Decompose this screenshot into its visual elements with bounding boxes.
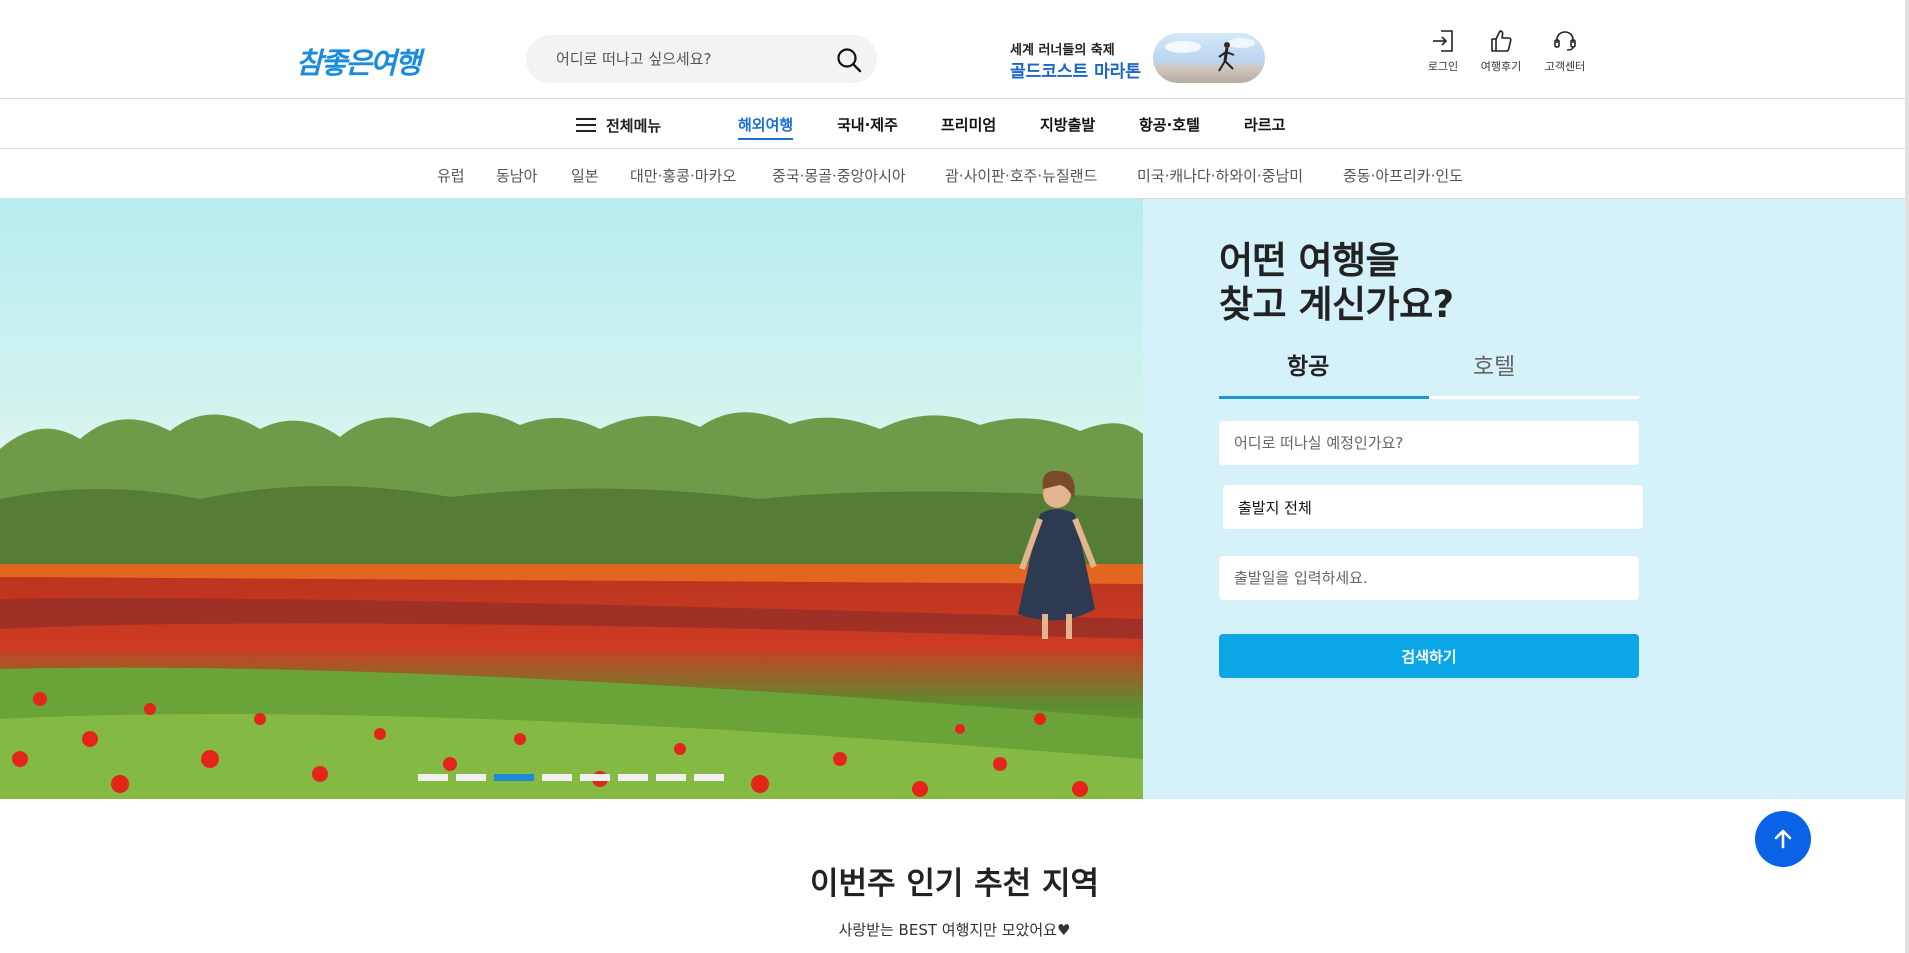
nav-air-hotel[interactable]: 항공·호텔 — [1139, 114, 1200, 135]
customer-center-label: 고객센터 — [1544, 60, 1586, 73]
site-logo[interactable]: 참좋은여행 — [296, 40, 421, 82]
promo-image — [1153, 33, 1265, 83]
customer-center-button[interactable]: 고객센터 — [1540, 28, 1590, 74]
sub-nav: 유럽 동남아 일본 대만·홍콩·마카오 중국·몽골·중앙아시아 괌·사이판·호주… — [0, 149, 1909, 199]
sub-nav-middle-east-africa[interactable]: 중동·아프리카·인도 — [1343, 165, 1463, 186]
sub-nav-japan[interactable]: 일본 — [571, 165, 599, 186]
main-nav: 전체메뉴 해외여행 국내·제주 프리미엄 지방출발 항공·호텔 라르고 — [0, 99, 1909, 149]
hero-image — [0, 412, 1143, 799]
section-subtitle: 사랑받는 BEST 여행지만 모았어요♥ — [838, 921, 1071, 939]
all-menu-label: 전체메뉴 — [606, 116, 662, 135]
slide-dot[interactable] — [656, 774, 686, 781]
slide-dot[interactable] — [694, 774, 724, 781]
promo-line2: 골드코스트 마라톤 — [1010, 62, 1142, 82]
login-label: 로그인 — [1427, 60, 1459, 73]
slide-dot[interactable] — [418, 774, 448, 781]
sub-nav-guam-oceania[interactable]: 괌·사이판·호주·뉴질랜드 — [945, 165, 1097, 186]
search-input[interactable] — [556, 47, 826, 71]
section-title: 이번주 인기 추천 지역 — [809, 866, 1100, 902]
slide-dot[interactable] — [618, 774, 648, 781]
search-box — [526, 35, 877, 83]
nav-domestic[interactable]: 국내·제주 — [837, 114, 898, 135]
nav-largo[interactable]: 라르고 — [1244, 114, 1285, 135]
booking-panel: 어떤 여행을 찾고 계신가요? 항공 호텔 출발지 전체 검색하기 — [1143, 199, 1905, 799]
sub-nav-americas[interactable]: 미국·캐나다·하와이·중남미 — [1137, 165, 1303, 186]
nav-overseas[interactable]: 해외여행 — [738, 114, 794, 140]
reviews-label: 여행후기 — [1480, 60, 1522, 73]
departure-date-input[interactable] — [1219, 556, 1639, 600]
all-menu-button[interactable]: 전체메뉴 — [576, 113, 661, 137]
slide-indicator — [418, 774, 724, 781]
search-submit-button[interactable]: 검색하기 — [1219, 634, 1639, 678]
sub-nav-europe[interactable]: 유럽 — [437, 165, 465, 186]
booking-tabs: 항공 호텔 — [1219, 339, 1639, 399]
page: 참좋은여행 세계 러너들의 축제 골드코스트 마라톤 — [0, 0, 1909, 953]
headset-icon — [1554, 31, 1576, 51]
tab-hotel[interactable]: 호텔 — [1473, 347, 1515, 381]
arrow-up-icon — [1774, 829, 1792, 849]
booking-title: 어떤 여행을 찾고 계신가요? — [1219, 239, 1454, 326]
login-button[interactable]: 로그인 — [1418, 28, 1468, 74]
promo-line1: 세계 러너들의 축제 — [1010, 43, 1115, 58]
slide-dot-active[interactable] — [494, 774, 534, 781]
top-header: 참좋은여행 세계 러너들의 축제 골드코스트 마라톤 — [0, 0, 1909, 99]
tab-flight[interactable]: 항공 — [1287, 347, 1329, 381]
slide-dot[interactable] — [580, 774, 610, 781]
nav-premium[interactable]: 프리미엄 — [941, 114, 996, 135]
sub-nav-china-mongolia[interactable]: 중국·몽골·중앙아시아 — [772, 165, 906, 186]
departure-select[interactable]: 출발지 전체 — [1223, 485, 1643, 529]
active-tab-indicator — [1219, 396, 1429, 399]
sub-nav-southeast-asia[interactable]: 동남아 — [496, 165, 537, 186]
slide-dot[interactable] — [456, 774, 486, 781]
sub-nav-taiwan-hk-macau[interactable]: 대만·홍콩·마카오 — [630, 165, 736, 186]
thumbs-up-icon — [1491, 30, 1512, 52]
search-icon[interactable] — [835, 46, 863, 74]
promo-banner[interactable]: 세계 러너들의 축제 골드코스트 마라톤 — [1010, 33, 1270, 85]
destination-input[interactable] — [1219, 421, 1639, 465]
nav-regional[interactable]: 지방출발 — [1040, 114, 1095, 135]
slide-dot[interactable] — [542, 774, 572, 781]
hamburger-icon — [576, 118, 596, 132]
scrollbar[interactable] — [1905, 0, 1909, 953]
reviews-button[interactable]: 여행후기 — [1476, 28, 1526, 74]
hero-banner[interactable] — [0, 199, 1143, 799]
login-icon — [1433, 30, 1453, 52]
